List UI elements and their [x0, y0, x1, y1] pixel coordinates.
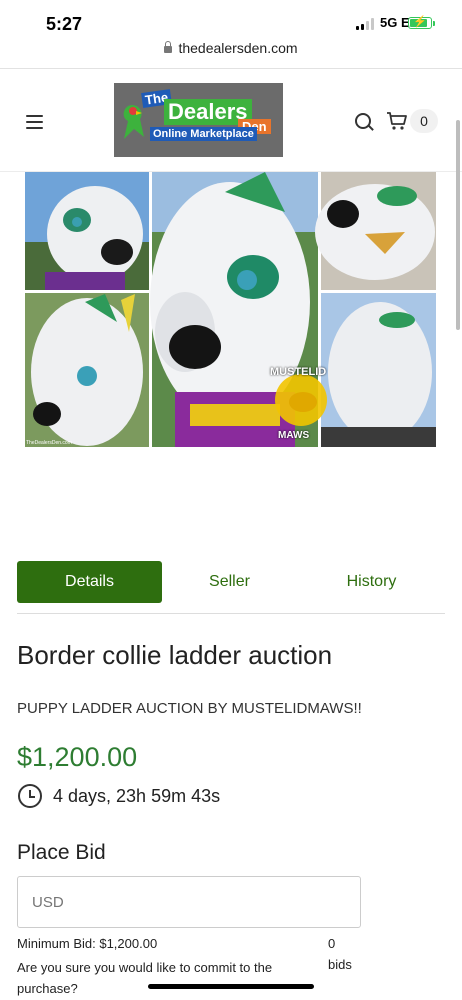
product-image[interactable]: [25, 172, 436, 447]
fursuit-collage: [25, 172, 436, 447]
page-scrollbar[interactable]: [456, 120, 460, 330]
url-bar[interactable]: thedealersden.com: [0, 40, 462, 56]
battery-tip: [433, 21, 435, 26]
listing-subtitle: PUPPY LADDER AUCTION BY MUSTELIDMAWS!!: [17, 700, 362, 717]
battery-icon: ⚡: [408, 16, 432, 29]
bid-count: 0: [328, 936, 336, 951]
search-icon[interactable]: [355, 113, 371, 129]
tab-history[interactable]: History: [299, 561, 444, 603]
watermark-top: MUSTELID: [270, 366, 327, 378]
bid-amount-input[interactable]: [17, 876, 361, 928]
hamburger-menu-icon[interactable]: [26, 115, 43, 133]
cart-icon[interactable]: [386, 111, 408, 131]
cart-count-badge[interactable]: 0: [410, 109, 438, 133]
network-type: 5G E: [380, 15, 410, 30]
image-credit: TheDealersDen.com: [26, 440, 72, 446]
logo-tagline: Online Marketplace: [150, 127, 257, 141]
tab-details[interactable]: Details: [17, 561, 162, 603]
place-bid-heading: Place Bid: [17, 841, 106, 864]
url-text: thedealersden.com: [178, 40, 298, 56]
listing-price: $1,200.00: [17, 742, 138, 772]
site-logo[interactable]: The Dealers Den Online Marketplace: [114, 83, 283, 157]
bid-count-label: bids: [328, 957, 352, 972]
lock-icon: [164, 41, 173, 53]
tab-seller[interactable]: Seller: [157, 561, 302, 603]
time-remaining: 4 days, 23h 59m 43s: [53, 786, 221, 806]
clock-icon: [18, 784, 42, 808]
listing-tabs: Details Seller History: [17, 561, 445, 614]
home-indicator[interactable]: [148, 984, 314, 989]
confirm-text: Are you sure you would like to commit to…: [17, 960, 273, 996]
watermark-bottom: MAWS: [278, 430, 310, 441]
minimum-bid-text: Minimum Bid: $1,200.00: [17, 936, 158, 951]
listing-title: Border collie ladder auction: [17, 640, 333, 670]
site-header: The Dealers Den Online Marketplace 0: [0, 69, 462, 172]
parrot-mascot-icon: [123, 105, 144, 139]
status-bar: 5:27 5G E ⚡: [0, 0, 462, 36]
status-time: 5:27: [46, 14, 83, 34]
cellular-signal-icon: [356, 18, 374, 30]
